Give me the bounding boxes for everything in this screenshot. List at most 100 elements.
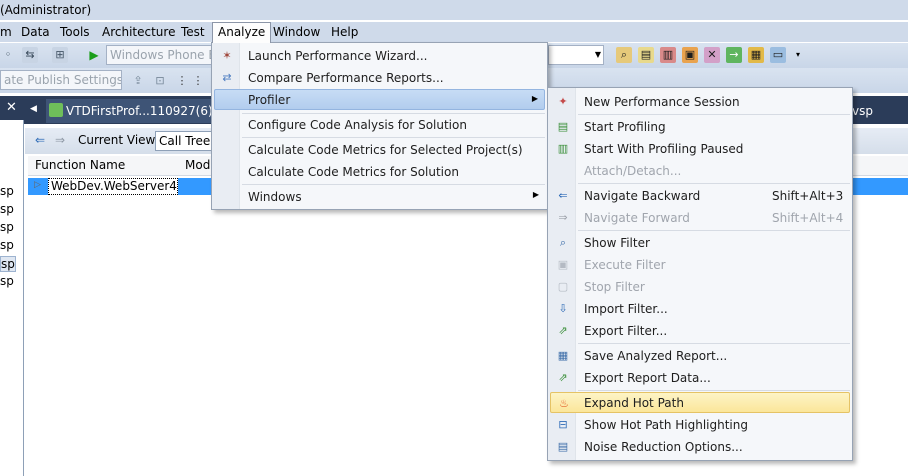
menu-item-new-session[interactable]: ✦ New Performance Session bbox=[550, 91, 850, 113]
left-pane-item[interactable]: sp bbox=[0, 184, 14, 198]
column-function-name[interactable]: Function Name bbox=[35, 158, 125, 172]
menu-item-label: Show Hot Path Highlighting bbox=[584, 418, 748, 432]
menu-item-configure-code-analysis[interactable]: Configure Code Analysis for Solution bbox=[214, 114, 545, 136]
save-report-icon: ▦ bbox=[557, 349, 569, 362]
menu-separator bbox=[578, 343, 850, 344]
nav-forward-icon[interactable]: ⇒ bbox=[55, 133, 65, 147]
close-pane-icon[interactable]: ✕ bbox=[6, 100, 17, 115]
menu-item-label: Expand Hot Path bbox=[584, 396, 684, 410]
profiler-submenu: ✦ New Performance Session ▤ Start Profil… bbox=[547, 87, 853, 461]
menu-separator bbox=[578, 114, 850, 115]
menu-item-label: Save Analyzed Report... bbox=[584, 349, 728, 363]
menu-item-windows[interactable]: Windows ▶ bbox=[214, 186, 545, 208]
wizard-icon: ✶ bbox=[222, 49, 232, 62]
menu-item-export-filter[interactable]: ⇗ Export Filter... bbox=[550, 320, 850, 342]
nav-back-icon[interactable]: ⇐ bbox=[35, 133, 45, 147]
tab-vsp-report[interactable]: VTDFirstProf...110927(6).vsp bbox=[46, 99, 216, 123]
combo-dropdown-arrow-icon[interactable]: ▼ bbox=[590, 47, 606, 63]
submenu-arrow-icon: ▶ bbox=[531, 94, 538, 103]
menu-file[interactable]: m bbox=[0, 22, 17, 42]
menu-item-start-paused[interactable]: ▥ Start With Profiling Paused bbox=[550, 138, 850, 160]
menu-item-compare-reports[interactable]: ⇄ Compare Performance Reports... bbox=[214, 67, 545, 89]
tab-vsp-other[interactable]: vsp bbox=[852, 99, 873, 123]
menu-item-metrics-project[interactable]: Calculate Code Metrics for Selected Proj… bbox=[214, 139, 545, 161]
menu-item-launch-wizard[interactable]: ✶ Launch Performance Wizard... bbox=[214, 45, 545, 67]
toolbar-options-icon[interactable]: ⋮ bbox=[190, 73, 206, 89]
toolbar-overflow-icon[interactable]: ▾ bbox=[790, 47, 806, 63]
compare-icon: ⇄ bbox=[222, 71, 232, 84]
solution-explorer-icon[interactable]: ▤ bbox=[638, 47, 654, 63]
menu-help[interactable]: Help bbox=[326, 22, 363, 42]
noise-reduction-icon: ▤ bbox=[557, 440, 569, 453]
left-pane-item[interactable]: sp bbox=[0, 238, 14, 252]
menu-item-save-analyzed-report[interactable]: ▦ Save Analyzed Report... bbox=[550, 345, 850, 367]
publish-icon[interactable]: ⇪ bbox=[130, 73, 146, 89]
attach-icon[interactable]: ⊞ bbox=[52, 47, 68, 63]
menu-item-label: Export Filter... bbox=[584, 324, 668, 338]
execute-filter-icon: ▣ bbox=[557, 258, 569, 271]
toolbar-gripper-icon[interactable]: ⋮ bbox=[174, 73, 190, 89]
menu-item-label: Start With Profiling Paused bbox=[584, 142, 744, 156]
menu-item-label: Show Filter bbox=[584, 236, 650, 250]
menu-separator bbox=[242, 184, 545, 185]
analyze-menu: ✶ Launch Performance Wizard... ⇄ Compare… bbox=[211, 42, 548, 210]
menu-item-noise-reduction[interactable]: ▤ Noise Reduction Options... bbox=[550, 436, 850, 458]
platform-combo[interactable]: Windows Phone Em bbox=[106, 45, 212, 65]
menu-item-hot-path-highlighting[interactable]: ⊟ Show Hot Path Highlighting bbox=[550, 414, 850, 436]
menu-item-expand-hot-path[interactable]: ♨ Expand Hot Path bbox=[550, 392, 850, 413]
object-browser-icon[interactable]: ▣ bbox=[682, 47, 698, 63]
extension-manager-icon[interactable]: ▦ bbox=[748, 47, 764, 63]
publish-web-icon[interactable]: ⊡ bbox=[152, 73, 168, 89]
menu-item-navigate-forward[interactable]: ⇒ Navigate Forward Shift+Alt+4 bbox=[550, 207, 850, 229]
menu-item-stop-filter[interactable]: ▢ Stop Filter bbox=[550, 276, 850, 298]
menu-architecture[interactable]: Architecture bbox=[97, 22, 180, 42]
menu-item-start-profiling[interactable]: ▤ Start Profiling bbox=[550, 116, 850, 138]
menu-tools[interactable]: Tools bbox=[55, 22, 95, 42]
command-window-icon[interactable]: ▭ bbox=[770, 47, 786, 63]
menu-item-execute-filter[interactable]: ▣ Execute Filter bbox=[550, 254, 850, 276]
menu-item-label: Calculate Code Metrics for Selected Proj… bbox=[248, 143, 523, 157]
menu-test[interactable]: Test bbox=[176, 22, 210, 42]
menu-separator bbox=[242, 137, 545, 138]
expand-row-icon[interactable]: ▷ bbox=[34, 180, 41, 190]
left-pane-item-selected[interactable]: sp bbox=[0, 256, 16, 272]
menu-item-label: Start Profiling bbox=[584, 120, 666, 134]
menu-item-navigate-backward[interactable]: ⇐ Navigate Backward Shift+Alt+3 bbox=[550, 185, 850, 207]
flame-icon: ♨ bbox=[559, 397, 569, 410]
left-pane-item[interactable]: sp bbox=[0, 220, 14, 234]
menu-item-label: Configure Code Analysis for Solution bbox=[248, 118, 467, 132]
function-name-cell[interactable]: WebDev.WebServer40.E bbox=[48, 178, 178, 195]
arrow-right-icon: ⇒ bbox=[558, 211, 568, 224]
start-page-icon[interactable]: → bbox=[726, 47, 742, 63]
tab-scroll-left-icon[interactable]: ◀ bbox=[30, 104, 37, 114]
filter-icon: ⌕ bbox=[559, 236, 567, 249]
debug-icon[interactable]: ◦ bbox=[0, 47, 16, 63]
import-filter-icon: ⇩ bbox=[558, 302, 568, 315]
column-module[interactable]: Mod bbox=[185, 158, 210, 172]
menu-item-import-filter[interactable]: ⇩ Import Filter... bbox=[550, 298, 850, 320]
redo-icon[interactable]: ⇆ bbox=[22, 47, 38, 63]
menu-item-export-report-data[interactable]: ⇗ Export Report Data... bbox=[550, 367, 850, 389]
find-in-files-icon[interactable]: ⌕ bbox=[616, 47, 632, 63]
menu-bar: m Data Tools Architecture Test Analyze W… bbox=[0, 22, 908, 43]
menu-item-label: Navigate Backward bbox=[584, 189, 701, 203]
menu-item-shortcut: Shift+Alt+4 bbox=[772, 211, 844, 225]
start-debugging-icon[interactable]: ▶ bbox=[86, 47, 102, 63]
menu-window[interactable]: Window bbox=[268, 22, 325, 42]
menu-item-show-filter[interactable]: ⌕ Show Filter bbox=[550, 232, 850, 254]
menu-analyze[interactable]: Analyze bbox=[212, 22, 272, 43]
left-pane: sp sp sp sp sp sp bbox=[0, 120, 24, 476]
menu-item-attach-detach[interactable]: Attach/Detach... bbox=[550, 160, 850, 182]
toolbox-icon[interactable]: ✕ bbox=[704, 47, 720, 63]
left-pane-item[interactable]: sp bbox=[0, 202, 14, 216]
menu-item-label: Launch Performance Wizard... bbox=[248, 49, 428, 63]
publish-settings-combo[interactable]: ate Publish Settings bbox=[0, 70, 122, 90]
menu-item-metrics-solution[interactable]: Calculate Code Metrics for Solution bbox=[214, 161, 545, 183]
menu-item-label: Noise Reduction Options... bbox=[584, 440, 743, 454]
arrow-left-icon: ⇐ bbox=[558, 189, 568, 202]
properties-icon[interactable]: ▥ bbox=[660, 47, 676, 63]
menu-item-profiler[interactable]: Profiler ▶ bbox=[214, 89, 545, 110]
left-pane-item[interactable]: sp bbox=[0, 274, 14, 288]
menu-data[interactable]: Data bbox=[16, 22, 55, 42]
title-bar: (Administrator) bbox=[0, 0, 908, 20]
